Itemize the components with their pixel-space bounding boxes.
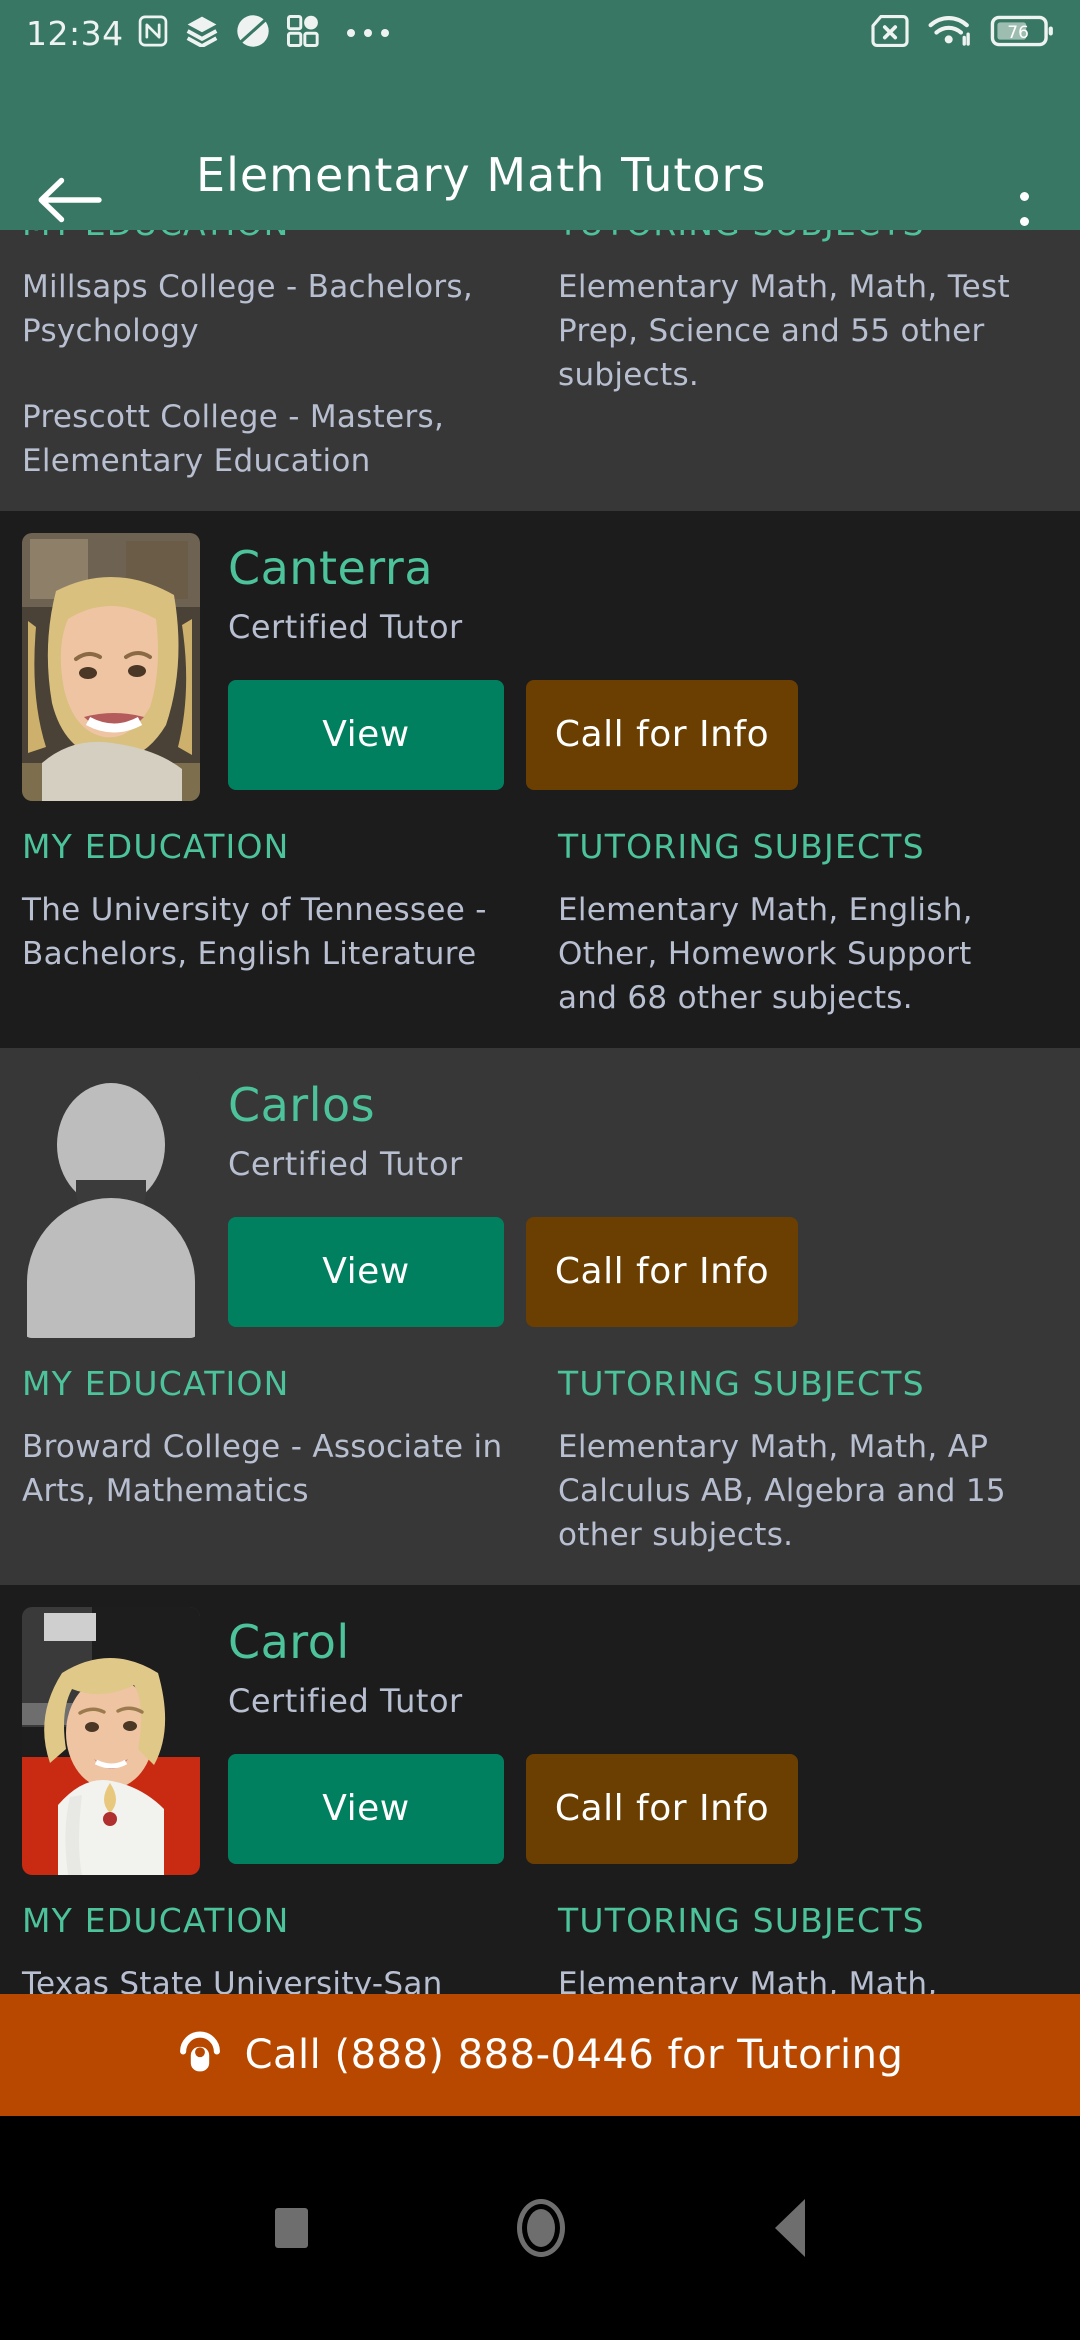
globe-icon [236,14,270,52]
nfc-icon [138,15,168,51]
education-body: Broward College - Associate in Arts, Mat… [22,1429,503,1510]
education-body: Millsaps College - Bachelors, Psychology… [22,265,520,483]
battery-level: 76 [1007,23,1029,43]
subjects-heading: TUTORING SUBJECTS [558,827,925,867]
recent-apps-icon[interactable] [274,2208,308,2248]
education-heading: MY EDUCATION [22,230,520,243]
phone-icon [177,2030,223,2080]
subjects-body: Elementary Math, Math, Test Prep, Scienc… [558,269,1010,394]
wifi-icon [928,14,972,52]
subjects-column: TUTORING SUBJECTS Elementary Math, Math,… [540,1364,1058,1557]
subjects-heading: TUTORING SUBJECTS [558,230,1038,243]
call-for-tutoring-bar[interactable]: Call (888) 888-0446 for Tutoring [0,1994,1080,2116]
avatar[interactable] [22,1070,200,1339]
avatar[interactable] [22,533,200,802]
education-heading: MY EDUCATION [22,1364,290,1404]
tutor-card-partial[interactable]: MY EDUCATION Millsaps College - Bachelor… [0,230,1080,512]
battery-icon: 76 [990,14,1054,52]
education-column: MY EDUCATION The University of Tennessee… [22,827,540,1020]
sim-off-icon [870,14,910,52]
call-bar-text: Call (888) 888-0446 for Tutoring [244,2032,904,2078]
layers-icon [185,15,219,51]
phone-screen: 12:34 76 Elementary Math Tutors Millsaps… [0,0,1080,2340]
subjects-body: Elementary Math, Math, AP Calculus AB, A… [558,1429,1006,1554]
call-for-info-button[interactable]: Call for Info [526,1753,798,1864]
tutor-role: Certified Tutor [228,607,463,646]
android-nav-bar [0,2116,1080,2340]
more-dots-icon [346,24,390,43]
back-button[interactable] [36,171,102,229]
view-button[interactable]: View [228,1753,504,1864]
nav-back-icon[interactable] [775,2199,806,2257]
app-bar: Elementary Math Tutors 50 tutors found [0,66,1080,274]
view-button[interactable]: View [228,1216,504,1327]
subjects-column: TUTORING SUBJECTS Elementary Math, Engli… [540,827,1058,1020]
subjects-heading: TUTORING SUBJECTS [558,1364,925,1404]
call-for-info-button[interactable]: Call for Info [526,1216,798,1327]
tutor-card[interactable]: Canterra Certified Tutor View Call for I… [0,511,1080,1049]
tutor-card[interactable]: Carlos Certified Tutor View Call for Inf… [0,1048,1080,1586]
tutor-name: Carol [228,1615,350,1670]
status-right-icons: 76 [870,14,1054,52]
page-title: Elementary Math Tutors [196,148,767,202]
education-column: MY EDUCATION Millsaps College - Bachelor… [22,230,540,483]
tutor-name: Carlos [228,1078,376,1133]
subjects-column: TUTORING SUBJECTS Elementary Math, Math,… [540,230,1058,483]
subjects-heading: TUTORING SUBJECTS [558,1901,925,1941]
apps-grid-icon [286,15,319,51]
tutor-name: Canterra [228,541,434,596]
education-heading: MY EDUCATION [22,1901,290,1941]
tutor-role: Certified Tutor [228,1681,463,1720]
status-clock: 12:34 [26,13,124,53]
education-column: MY EDUCATION Broward College - Associate… [22,1364,540,1557]
call-for-info-button[interactable]: Call for Info [526,679,798,790]
avatar[interactable] [22,1607,200,1876]
subjects-body: Elementary Math, English, Other, Homewor… [558,892,973,1017]
view-button[interactable]: View [228,679,504,790]
education-heading: MY EDUCATION [22,827,290,867]
education-entry: Prescott College - Masters, Elementary E… [22,399,445,480]
home-icon[interactable] [517,2199,566,2257]
status-left-icons [138,14,390,52]
tutor-role: Certified Tutor [228,1144,463,1183]
education-entry: Millsaps College - Bachelors, Psychology [22,269,474,350]
tutor-list[interactable]: MY EDUCATION Millsaps College - Bachelor… [0,230,1080,2116]
status-bar: 12:34 76 [0,0,1080,66]
education-body: The University of Tennessee - Bachelors,… [22,892,487,973]
